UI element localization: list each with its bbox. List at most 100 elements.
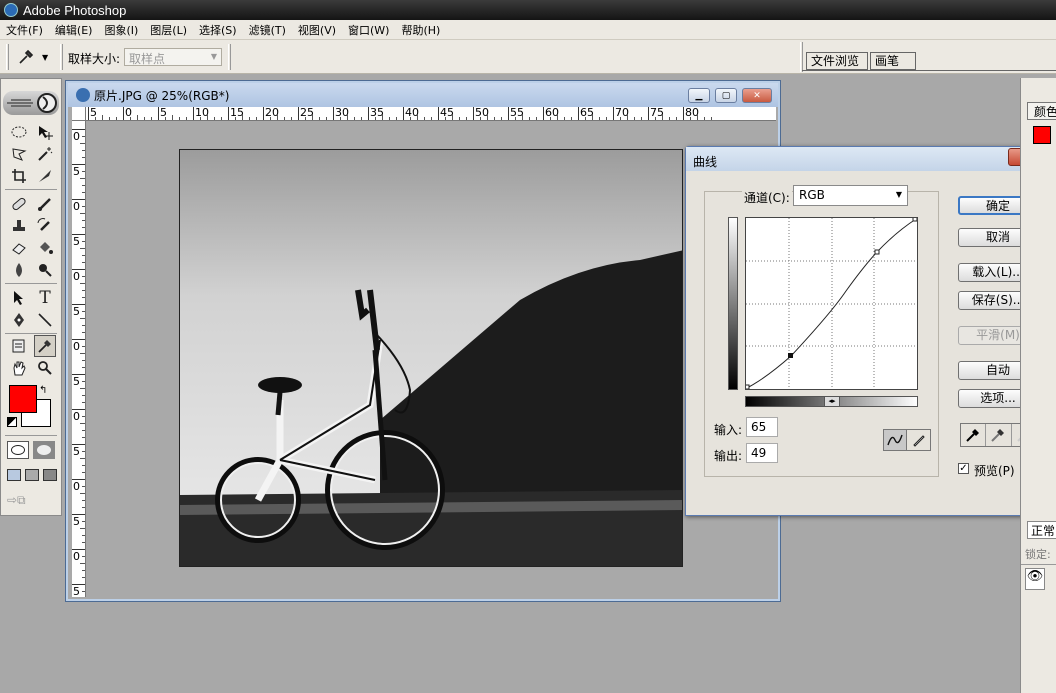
tab-file-browser[interactable]: 文件浏览	[806, 52, 868, 70]
standard-mode-button[interactable]	[7, 441, 29, 459]
notes-tool[interactable]	[8, 335, 30, 357]
marquee-tool[interactable]	[8, 121, 30, 143]
type-tool[interactable]: T	[34, 287, 56, 309]
line-tool[interactable]	[34, 309, 56, 331]
hand-tool[interactable]	[8, 357, 30, 379]
ruler-minor-tick	[144, 117, 145, 120]
ruler-tick	[298, 107, 299, 120]
eyedropper-preset-picker[interactable]: ▼	[18, 47, 58, 67]
layer-visibility-eye-icon[interactable]: 👁	[1025, 568, 1045, 590]
gray-point-eyedropper[interactable]	[986, 424, 1012, 446]
document-titlebar[interactable]: 原片.JPG @ 25%(RGB*) ▁ ▢ ✕	[68, 83, 778, 107]
photo-canvas[interactable]	[179, 149, 683, 567]
close-button[interactable]: ✕	[742, 88, 772, 103]
menu-view[interactable]: 视图(V)	[292, 22, 342, 38]
pencil-mode-button[interactable]	[907, 430, 930, 450]
menu-edit[interactable]: 编辑(E)	[49, 22, 99, 38]
maximize-icon: ▢	[721, 90, 731, 101]
menu-file[interactable]: 文件(F)	[0, 22, 49, 38]
blur-tool[interactable]	[8, 259, 30, 281]
menu-help[interactable]: 帮助(H)	[395, 22, 446, 38]
brush-tool[interactable]	[34, 193, 56, 215]
quick-mask-button[interactable]	[33, 441, 55, 459]
ruler-minor-tick	[82, 346, 85, 347]
dodge-icon	[39, 264, 52, 277]
ruler-minor-tick	[431, 117, 432, 120]
ruler-origin[interactable]	[72, 107, 86, 121]
history-brush-tool[interactable]	[34, 215, 56, 237]
move-tool[interactable]	[34, 121, 56, 143]
curve-graph[interactable]	[744, 216, 918, 390]
paint-bucket-tool[interactable]	[34, 237, 56, 259]
blend-mode-select[interactable]: 正常	[1027, 521, 1056, 539]
options-grip[interactable]	[6, 44, 9, 70]
channel-value: RGB	[799, 188, 825, 202]
ruler-tick	[578, 107, 579, 120]
menu-window[interactable]: 窗口(W)	[342, 22, 395, 38]
ruler-minor-tick	[235, 117, 236, 120]
tab-color[interactable]: 颜色	[1027, 102, 1056, 120]
preview-checkbox[interactable]: ✓	[958, 463, 969, 474]
menu-filter[interactable]: 滤镜(T)	[243, 22, 292, 38]
menu-layer[interactable]: 图层(L)	[144, 22, 193, 38]
channel-select[interactable]: RGB ▼	[793, 185, 908, 206]
sample-size-select[interactable]: 取样点 ▼	[124, 48, 222, 66]
ruler-label: 5	[73, 305, 80, 318]
screen-mode-standard[interactable]	[7, 469, 21, 481]
panel-foreground-swatch[interactable]	[1033, 126, 1051, 144]
ruler-minor-tick	[82, 507, 85, 508]
zoom-tool[interactable]	[34, 357, 56, 379]
input-field[interactable]: 65	[746, 417, 778, 437]
sample-size-value: 取样点	[129, 52, 166, 66]
ruler-label: 0	[73, 200, 80, 213]
well-baseline	[802, 70, 1056, 71]
ruler-minor-tick	[711, 117, 712, 120]
curve-point-mode-button[interactable]	[884, 430, 908, 450]
screen-mode-full-menu[interactable]	[25, 469, 39, 481]
eyedropper-tool[interactable]	[34, 335, 56, 357]
tab-brushes[interactable]: 画笔	[870, 52, 916, 70]
ruler-label: 5	[73, 375, 80, 388]
path-selection-tool[interactable]	[8, 287, 30, 309]
maximize-button[interactable]: ▢	[715, 88, 737, 103]
chevron-down-icon: ▼	[42, 52, 49, 62]
ruler-minor-tick	[466, 117, 467, 120]
arrow-cursor-icon	[14, 291, 23, 305]
output-field[interactable]: 49	[746, 443, 778, 463]
ruler-minor-tick	[606, 117, 607, 120]
jump-to-imageready-icon[interactable]: ⇨⧉	[7, 493, 55, 509]
clone-stamp-tool[interactable]	[8, 215, 30, 237]
pen-tool[interactable]	[8, 309, 30, 331]
swap-colors-icon[interactable]: ↰	[39, 385, 47, 396]
menu-image[interactable]: 图象(I)	[98, 22, 144, 38]
lasso-tool[interactable]	[8, 143, 30, 165]
eraser-tool[interactable]	[8, 237, 30, 259]
black-point-eyedropper[interactable]	[961, 424, 987, 446]
foreground-color-swatch[interactable]	[9, 385, 37, 413]
ruler-minor-tick	[354, 117, 355, 120]
ruler-minor-tick	[417, 115, 418, 120]
ruler-minor-tick	[116, 117, 117, 120]
dodge-tool[interactable]	[34, 259, 56, 281]
ruler-minor-tick	[585, 117, 586, 120]
gradient-toggle-icon[interactable]: ◂▸	[824, 396, 840, 407]
adobe-online-icon[interactable]	[3, 91, 59, 115]
crop-tool[interactable]	[8, 165, 30, 187]
healing-brush-tool[interactable]	[8, 193, 30, 215]
ruler-minor-tick	[82, 220, 85, 221]
ruler-minor-tick	[249, 117, 250, 120]
note-icon	[12, 339, 25, 353]
curves-titlebar[interactable]: 曲线	[686, 147, 1053, 171]
default-colors-icon[interactable]	[7, 417, 17, 427]
minimize-button[interactable]: ▁	[688, 88, 710, 103]
screen-mode-full[interactable]	[43, 469, 57, 481]
ruler-minor-tick	[641, 117, 642, 120]
ruler-tick	[158, 107, 159, 120]
vertical-ruler: 0 5 0 5 0 5 0 5 0 5 0 5 0 5	[72, 121, 86, 597]
ruler-minor-tick	[82, 276, 85, 277]
slice-tool[interactable]	[34, 165, 56, 187]
menu-select[interactable]: 选择(S)	[193, 22, 243, 38]
magic-wand-tool[interactable]	[34, 143, 56, 165]
toolbox-divider	[5, 435, 57, 436]
ruler-minor-tick	[82, 451, 85, 452]
